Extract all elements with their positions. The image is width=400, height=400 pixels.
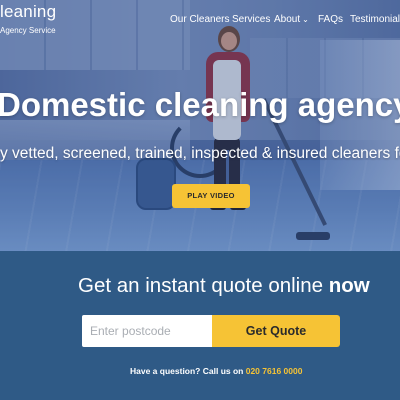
hero-banner: leaning Agency Service Our Cleaners Serv…	[0, 0, 400, 251]
hero-overlay	[0, 0, 400, 251]
quote-heading-emphasis: now	[328, 274, 370, 297]
play-video-button[interactable]: PLAY VIDEO	[172, 184, 250, 208]
chevron-down-icon: ⌄	[302, 15, 309, 24]
nav-faqs[interactable]: FAQs	[318, 14, 343, 25]
quote-heading: Get an instant quote online now	[78, 274, 370, 298]
nav-our-cleaners[interactable]: Our Cleaners	[170, 14, 229, 25]
hero-subtitle: y vetted, screened, trained, inspected &…	[0, 145, 400, 162]
contact-line: Have a question? Call us on 020 7616 000…	[130, 366, 302, 376]
logo[interactable]: leaning	[0, 2, 56, 22]
get-quote-button[interactable]: Get Quote	[212, 315, 340, 347]
nav-about[interactable]: About ⌄	[274, 14, 309, 25]
hero-title: Domestic cleaning agency servi	[0, 86, 400, 123]
postcode-input[interactable]	[82, 315, 212, 347]
nav-testimonials[interactable]: Testimonials	[350, 14, 400, 25]
phone-link[interactable]: 020 7616 0000	[246, 366, 303, 376]
nav-about-label: About	[274, 14, 301, 25]
nav-services[interactable]: Services	[232, 14, 270, 25]
quote-heading-text: Get an instant quote online	[78, 274, 329, 297]
contact-question: Have a question? Call us on	[130, 366, 246, 376]
logo-tagline: Agency Service	[0, 26, 56, 35]
